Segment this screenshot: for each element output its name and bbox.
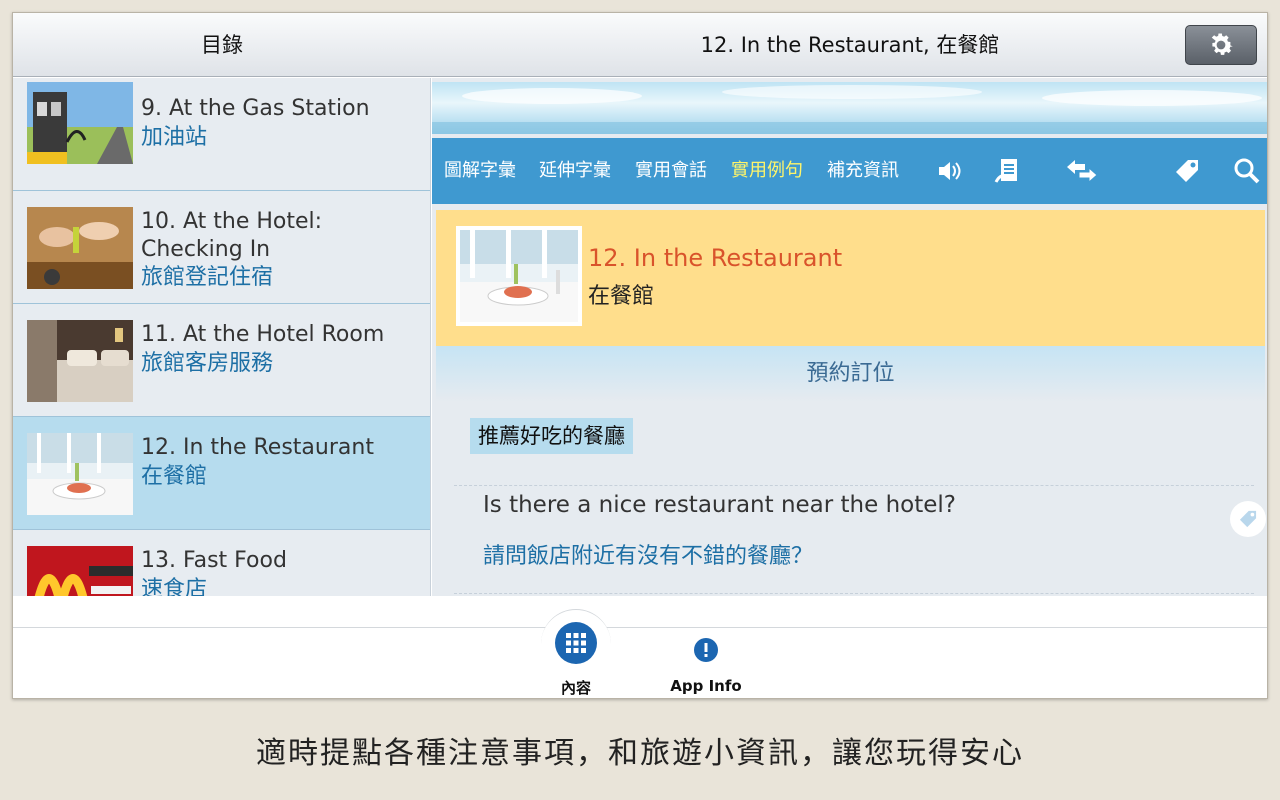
divider [454, 485, 1254, 486]
app-info-button[interactable] [694, 638, 718, 662]
list-item-en: 10. At the Hotel: Checking In [141, 209, 323, 262]
info-icon [704, 643, 708, 657]
search-icon[interactable] [1232, 156, 1262, 186]
transcript-icon[interactable] [992, 156, 1022, 186]
sentence-tag-button[interactable] [1230, 501, 1266, 537]
lesson-list: 9. At the Gas Station 加油站 10. At the Hot… [13, 78, 431, 596]
sentence-zh[interactable]: 請問飯店附近有沒有不錯的餐廳？ [483, 538, 813, 570]
list-item-zh: 在餐館 [141, 464, 208, 489]
contents-button[interactable] [555, 622, 597, 664]
sky-banner [432, 82, 1267, 134]
list-item-gas-station[interactable]: 9. At the Gas Station 加油站 [13, 78, 430, 191]
app-info-label[interactable]: App Info [656, 677, 756, 695]
list-item-hotel-checkin[interactable]: 10. At the Hotel: Checking In 旅館登記住宿 [13, 191, 430, 304]
lesson-image [456, 226, 582, 326]
hotel-key-thumbnail [27, 207, 133, 289]
subsection-label: 推薦好吃的餐廳 [470, 418, 633, 454]
app-window: 目錄 12. In the Restaurant, 在餐館 9. At the … [12, 12, 1268, 699]
bottom-nav [13, 627, 1267, 698]
toc-title: 目錄 [201, 33, 243, 57]
sentence-en[interactable]: Is there a nice restaurant near the hote… [483, 492, 956, 518]
grid-icon [566, 633, 586, 653]
gas-station-thumbnail [27, 82, 133, 164]
tag-icon [1239, 510, 1257, 528]
swap-icon[interactable] [1065, 156, 1098, 186]
list-item-en: 9. At the Gas Station [141, 96, 370, 121]
tab-dialogue[interactable]: 實用會話 [635, 160, 707, 182]
tag-icon[interactable] [1172, 156, 1202, 186]
lesson-title-zh: 在餐館 [588, 284, 655, 309]
divider [454, 593, 1254, 594]
lesson-header-card: 12. In the Restaurant 在餐館 [436, 210, 1265, 346]
lesson-title-en: 12. In the Restaurant [588, 244, 843, 272]
gear-icon [1211, 33, 1233, 55]
tab-illustrated-vocab[interactable]: 圖解字彙 [444, 160, 516, 182]
contents-label[interactable]: 內容 [541, 677, 611, 698]
fast-food-thumbnail [27, 546, 133, 596]
promo-caption: 適時提點各種注意事項，和旅遊小資訊，讓您玩得安心 [256, 736, 1024, 771]
list-item-zh: 加油站 [141, 125, 208, 150]
list-item-zh: 旅館客房服務 [141, 351, 274, 376]
settings-button[interactable] [1185, 25, 1257, 65]
list-item-en: 11. At the Hotel Room [141, 322, 385, 347]
restaurant-thumbnail [27, 433, 133, 515]
section-title: 預約訂位 [436, 346, 1265, 402]
speaker-icon[interactable] [934, 156, 964, 186]
list-item-en: 12. In the Restaurant [141, 435, 374, 460]
lesson-content: 圖解字彙 延伸字彙 實用會話 實用例句 補充資訊 12. In the Rest… [432, 78, 1267, 596]
tab-example-sentences[interactable]: 實用例句 [731, 160, 803, 182]
lesson-toolbar: 圖解字彙 延伸字彙 實用會話 實用例句 補充資訊 [432, 138, 1267, 204]
list-item-en: 13. Fast Food [141, 548, 287, 573]
list-item-hotel-room[interactable]: 11. At the Hotel Room 旅館客房服務 [13, 304, 430, 417]
list-item-zh: 旅館登記住宿 [141, 265, 274, 290]
list-item-fast-food[interactable]: 13. Fast Food 速食店 [13, 530, 430, 596]
list-item-restaurant[interactable]: 12. In the Restaurant 在餐館 [13, 417, 430, 530]
list-item-zh: 速食店 [141, 577, 208, 596]
hotel-room-thumbnail [27, 320, 133, 402]
tab-extended-vocab[interactable]: 延伸字彙 [539, 160, 611, 182]
tab-supplementary-info[interactable]: 補充資訊 [827, 160, 899, 182]
header-bar: 目錄 12. In the Restaurant, 在餐館 [13, 13, 1267, 77]
lesson-title: 12. In the Restaurant, 在餐館 [700, 33, 1000, 57]
